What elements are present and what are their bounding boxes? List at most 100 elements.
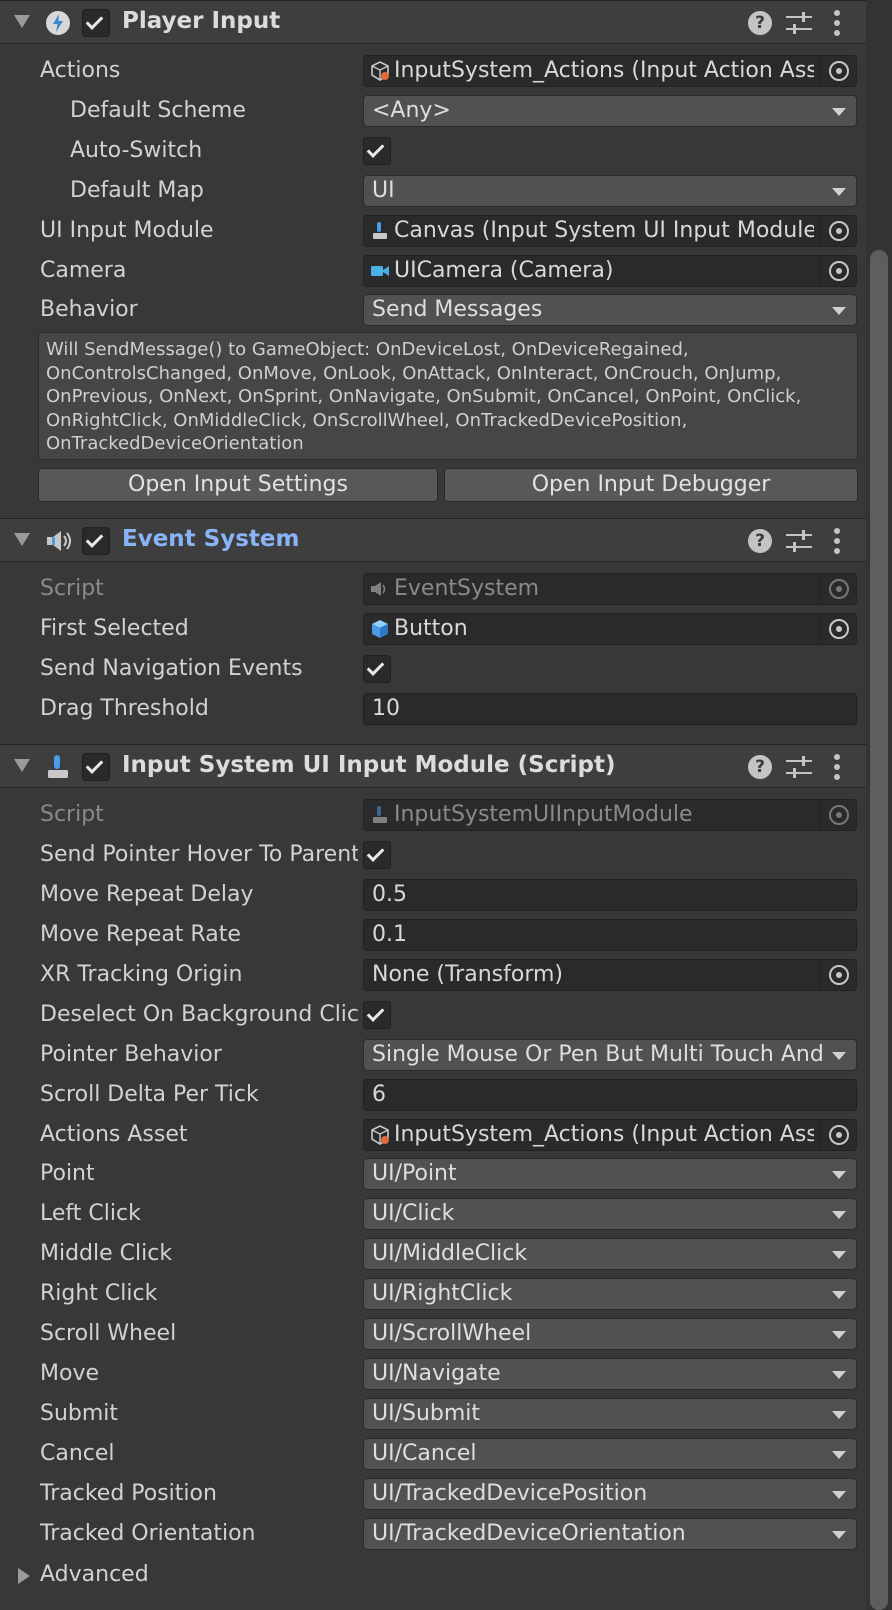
move-repeat-delay-input[interactable]: 0.5	[363, 879, 857, 911]
input-action-asset-icon	[371, 61, 389, 81]
ui-input-module-object-field[interactable]: Canvas (Input System UI Input Module)	[363, 215, 857, 247]
row-pointer-behavior: Pointer Behavior Single Mouse Or Pen But…	[0, 1036, 866, 1074]
object-picker-icon[interactable]	[820, 56, 856, 86]
input-module-enabled-toggle[interactable]	[82, 753, 110, 781]
vertical-scrollbar[interactable]	[866, 0, 892, 1610]
row-default-scheme: Default Scheme <Any>	[0, 92, 866, 130]
component-title: Event System	[122, 526, 300, 552]
tracked-position-action-dropdown[interactable]: UI/TrackedDevicePosition	[363, 1478, 857, 1510]
field-label: Send Pointer Hover To Parent	[40, 842, 358, 867]
sliders-icon[interactable]	[786, 11, 812, 35]
actions-asset-object-field[interactable]: InputSystem_Actions (Input Action Asset)	[363, 1119, 857, 1151]
field-label: Scroll Wheel	[40, 1321, 177, 1346]
chevron-down-icon	[832, 1331, 846, 1339]
tracked-orientation-action-dropdown[interactable]: UI/TrackedDeviceOrientation	[363, 1518, 857, 1550]
field-label: Deselect On Background Click	[40, 1002, 358, 1027]
row-send-navigation-events: Send Navigation Events	[0, 650, 866, 688]
component-title: Player Input	[122, 8, 281, 34]
field-label: Send Navigation Events	[40, 656, 303, 681]
object-picker-icon[interactable]	[820, 256, 856, 286]
field-label: UI Input Module	[40, 218, 214, 243]
row-drag-threshold: Drag Threshold 10	[0, 690, 866, 728]
actions-object-field[interactable]: InputSystem_Actions (Input Action Asset)	[363, 55, 857, 87]
move-action-dropdown[interactable]: UI/Navigate	[363, 1358, 857, 1390]
open-input-settings-button[interactable]: Open Input Settings	[38, 468, 438, 502]
help-icon[interactable]: ?	[748, 755, 772, 779]
middle-click-action-dropdown[interactable]: UI/MiddleClick	[363, 1238, 857, 1270]
point-action-dropdown[interactable]: UI/Point	[363, 1158, 857, 1190]
field-value: InputSystem_Actions (Input Action Asset)	[394, 58, 814, 83]
sliders-icon[interactable]	[786, 755, 812, 779]
event-system-enabled-toggle[interactable]	[82, 527, 110, 555]
left-click-action-dropdown[interactable]: UI/Click	[363, 1198, 857, 1230]
drag-threshold-input[interactable]: 10	[363, 693, 857, 725]
player-input-header[interactable]: Player Input ?	[0, 0, 866, 44]
player-input-enabled-toggle[interactable]	[82, 9, 110, 37]
help-icon[interactable]: ?	[748, 529, 772, 553]
foldout-arrow-icon[interactable]	[14, 15, 30, 28]
event-system-icon	[371, 582, 386, 596]
field-label: Scroll Delta Per Tick	[40, 1082, 259, 1107]
row-behavior: Behavior Send Messages	[0, 291, 866, 329]
advanced-foldout[interactable]: Advanced	[0, 1556, 866, 1594]
send-navigation-events-checkbox[interactable]	[363, 655, 391, 683]
camera-object-field[interactable]: UICamera (Camera)	[363, 255, 857, 287]
sliders-icon[interactable]	[786, 529, 812, 553]
object-picker-icon[interactable]	[820, 216, 856, 246]
auto-switch-checkbox[interactable]	[363, 137, 391, 165]
submit-action-dropdown[interactable]: UI/Submit	[363, 1398, 857, 1430]
open-input-debugger-button[interactable]: Open Input Debugger	[444, 468, 858, 502]
scrollbar-thumb[interactable]	[870, 250, 888, 1610]
row-tracked-orientation: Tracked Orientation UI/TrackedDeviceOrie…	[0, 1515, 866, 1553]
foldout-arrow-icon[interactable]	[14, 533, 30, 546]
field-label: Actions Asset	[40, 1122, 188, 1147]
default-map-dropdown[interactable]: UI	[363, 175, 857, 207]
row-actions-asset: Actions Asset InputSystem_Actions (Input…	[0, 1116, 866, 1154]
xr-tracking-origin-object-field[interactable]: None (Transform)	[363, 959, 857, 991]
field-label: Middle Click	[40, 1241, 173, 1266]
row-cancel: Cancel UI/Cancel	[0, 1435, 866, 1473]
row-left-click: Left Click UI/Click	[0, 1195, 866, 1233]
field-label: Tracked Orientation	[40, 1521, 256, 1546]
scroll-wheel-action-dropdown[interactable]: UI/ScrollWheel	[363, 1318, 857, 1350]
send-pointer-hover-checkbox[interactable]	[363, 841, 391, 869]
object-picker-icon[interactable]	[820, 614, 856, 644]
pointer-behavior-dropdown[interactable]: Single Mouse Or Pen But Multi Touch And …	[363, 1039, 857, 1071]
input-action-asset-icon	[371, 1125, 389, 1145]
chevron-down-icon	[832, 188, 846, 196]
kebab-menu-icon[interactable]	[834, 528, 840, 554]
deselect-on-background-checkbox[interactable]	[363, 1001, 391, 1029]
row-submit: Submit UI/Submit	[0, 1395, 866, 1433]
first-selected-object-field[interactable]: Button	[363, 613, 857, 645]
row-camera: Camera UICamera (Camera)	[0, 252, 866, 290]
input-module-header[interactable]: Input System UI Input Module (Script) ?	[0, 744, 866, 788]
behavior-dropdown[interactable]: Send Messages	[363, 294, 857, 326]
default-scheme-dropdown[interactable]: <Any>	[363, 95, 857, 127]
row-xr-tracking-origin: XR Tracking Origin None (Transform)	[0, 956, 866, 994]
row-first-selected: First Selected Button	[0, 610, 866, 648]
row-send-pointer-hover: Send Pointer Hover To Parent	[0, 836, 866, 874]
scroll-delta-input[interactable]: 6	[363, 1079, 857, 1111]
event-system-header[interactable]: Event System ?	[0, 518, 866, 562]
field-value: Canvas (Input System UI Input Module)	[394, 218, 814, 243]
right-click-action-dropdown[interactable]: UI/RightClick	[363, 1278, 857, 1310]
kebab-menu-icon[interactable]	[834, 10, 840, 36]
row-actions: Actions InputSystem_Actions (Input Actio…	[0, 52, 866, 90]
cancel-action-dropdown[interactable]: UI/Cancel	[363, 1438, 857, 1470]
object-picker-icon[interactable]	[820, 960, 856, 990]
field-label: Move Repeat Delay	[40, 882, 254, 907]
kebab-menu-icon[interactable]	[834, 754, 840, 780]
input-module-icon	[373, 806, 387, 823]
field-value: None (Transform)	[372, 962, 563, 987]
move-repeat-rate-input[interactable]: 0.1	[363, 919, 857, 951]
inspector-panel: Player Input ? Actions InputSystem_Actio…	[0, 0, 866, 1610]
foldout-arrow-icon[interactable]	[14, 759, 30, 772]
dropdown-value: UI/Point	[372, 1161, 457, 1186]
event-system-script-field: EventSystem	[363, 573, 857, 605]
field-label: Actions	[40, 58, 121, 83]
help-icon[interactable]: ?	[748, 11, 772, 35]
object-picker-icon[interactable]	[820, 1120, 856, 1150]
row-move-repeat-delay: Move Repeat Delay 0.5	[0, 876, 866, 914]
dropdown-value: UI/Submit	[372, 1401, 481, 1426]
field-label: Cancel	[40, 1441, 115, 1466]
